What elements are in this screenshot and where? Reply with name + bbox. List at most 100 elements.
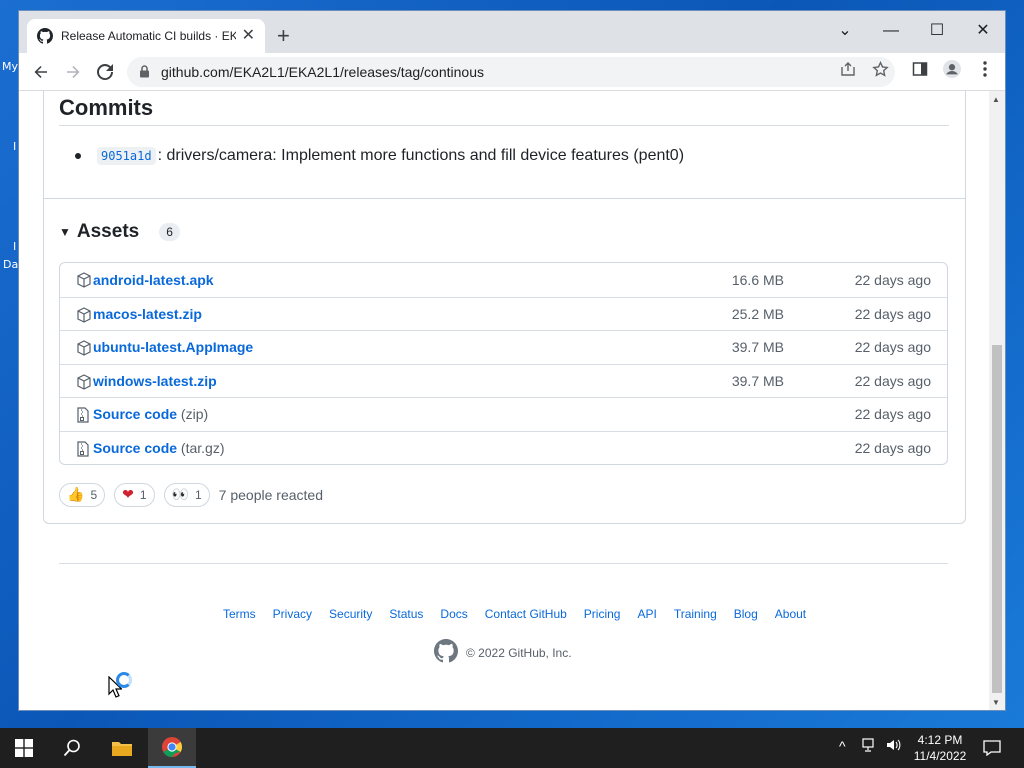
busy-spinner-icon: [116, 672, 132, 688]
copyright-text: © 2022 GitHub, Inc.: [466, 645, 572, 660]
address-bar[interactable]: github.com/EKA2L1/EKA2L1/releases/tag/co…: [127, 57, 895, 87]
footer-link-terms[interactable]: Terms: [223, 607, 256, 621]
side-panel-icon[interactable]: [911, 60, 929, 78]
vertical-scrollbar[interactable]: ▲ ▼: [989, 91, 1005, 710]
tab-search-icon[interactable]: ⌄: [822, 17, 868, 45]
footer-copyright: © 2022 GitHub, Inc.: [434, 639, 572, 666]
footer-link-contact-github[interactable]: Contact GitHub: [485, 607, 567, 621]
lock-icon[interactable]: [139, 65, 150, 83]
reaction-button[interactable]: 👍 5: [59, 483, 106, 507]
desktop-icon-label[interactable]: My: [2, 60, 18, 73]
reaction-button[interactable]: 👀 1: [163, 483, 210, 507]
asset-row: android-latest.apk 16.6 MB 22 days ago: [60, 263, 947, 297]
eyes-icon: 👀: [171, 487, 189, 503]
browser-tab[interactable]: Release Automatic CI builds · EKA2L1 ✕: [27, 19, 265, 53]
asset-row: Source code (zip) 22 days ago: [60, 397, 947, 431]
commit-list-item: 9051a1d : drivers/camera: Implement more…: [75, 147, 684, 165]
chrome-taskbar-icon[interactable]: [148, 728, 196, 768]
reaction-count: 1: [194, 488, 202, 502]
reactions-bar: 👍 5 ❤ 1 👀 1 7 people reacted: [59, 483, 323, 507]
asset-size: 16.6 MB: [731, 271, 784, 288]
asset-date: 22 days ago: [854, 339, 931, 356]
footer-link-status[interactable]: Status: [389, 607, 423, 621]
asset-name: Source code: [93, 406, 178, 423]
bullet: [75, 153, 81, 159]
footer-link-about[interactable]: About: [775, 607, 806, 621]
network-icon[interactable]: [862, 738, 878, 755]
scrollbar-thumb[interactable]: [992, 345, 1002, 693]
asset-link[interactable]: ubuntu-latest.AppImage: [93, 339, 253, 355]
package-icon: [76, 272, 92, 288]
package-icon: [76, 340, 92, 356]
asset-suffix: (tar.gz): [177, 439, 225, 456]
assets-heading: Assets: [76, 221, 140, 242]
footer-link-api[interactable]: API: [637, 607, 656, 621]
tray-chevron-up-icon[interactable]: ^: [839, 738, 846, 754]
asset-size: 39.7 MB: [731, 339, 784, 356]
reactions-summary: 7 people reacted: [218, 487, 323, 503]
page-viewport: Commits 9051a1d : drivers/camera: Implem…: [19, 91, 991, 710]
close-window-button[interactable]: ✕: [960, 17, 1005, 45]
bookmark-star-icon[interactable]: [871, 60, 889, 78]
footer-links: Terms Privacy Security Status Docs Contact Gi…: [223, 607, 823, 621]
taskbar: ^ 4:12 PM 11/4/2022: [0, 728, 1024, 768]
footer-divider: [59, 563, 948, 564]
scroll-up-arrow-icon[interactable]: ▲: [992, 95, 1000, 104]
minimize-button[interactable]: —: [868, 17, 914, 45]
asset-date: 22 days ago: [854, 439, 931, 456]
reaction-count: 5: [90, 488, 98, 502]
back-button[interactable]: [29, 60, 53, 84]
search-icon[interactable]: [48, 728, 96, 768]
asset-size: 25.2 MB: [731, 305, 784, 322]
asset-link[interactable]: Source code (zip): [93, 406, 208, 422]
asset-date: 22 days ago: [854, 305, 931, 322]
asset-row: macos-latest.zip 25.2 MB 22 days ago: [60, 296, 947, 331]
commits-heading: Commits: [59, 95, 154, 120]
clock-time: 4:12 PM: [917, 733, 963, 747]
divider: [59, 125, 949, 126]
profile-avatar-icon[interactable]: [943, 60, 961, 78]
asset-name: Source code: [93, 439, 178, 456]
asset-link[interactable]: macos-latest.zip: [93, 306, 202, 322]
browser-toolbar: github.com/EKA2L1/EKA2L1/releases/tag/co…: [19, 53, 1005, 91]
share-icon[interactable]: [839, 60, 857, 78]
assets-toggle[interactable]: ▼ Assets 6: [59, 221, 180, 243]
footer-link-security[interactable]: Security: [329, 607, 372, 621]
scroll-down-arrow-icon[interactable]: ▼: [992, 698, 1000, 707]
windows-start-icon[interactable]: [0, 728, 48, 768]
desktop-icon-label[interactable]: I: [13, 240, 16, 253]
tab-title: Release Automatic CI builds · EKA2L1: [61, 29, 236, 43]
new-tab-button[interactable]: +: [277, 25, 290, 47]
asset-date: 22 days ago: [854, 406, 931, 423]
reload-button[interactable]: [93, 60, 117, 84]
desktop-icon-label[interactable]: Da: [3, 258, 18, 271]
caret-down-icon: ▼: [59, 225, 71, 239]
url-text: github.com/EKA2L1/EKA2L1/releases/tag/co…: [161, 64, 484, 80]
taskbar-clock[interactable]: 4:12 PM 11/4/2022: [908, 732, 972, 764]
thumbs-up-icon: 👍: [67, 487, 85, 503]
file-zip-icon: [76, 407, 92, 423]
footer-link-privacy[interactable]: Privacy: [273, 607, 312, 621]
asset-name: macos-latest.zip: [93, 305, 202, 322]
maximize-button[interactable]: ☐: [914, 17, 960, 45]
github-logo-icon[interactable]: [434, 639, 458, 666]
forward-button[interactable]: [61, 60, 85, 84]
tab-strip: Release Automatic CI builds · EKA2L1 ✕ +…: [19, 11, 1005, 53]
footer-link-blog[interactable]: Blog: [734, 607, 758, 621]
volume-icon[interactable]: [886, 738, 902, 755]
footer-link-pricing[interactable]: Pricing: [584, 607, 621, 621]
file-explorer-icon[interactable]: [98, 728, 146, 768]
asset-link[interactable]: android-latest.apk: [93, 272, 214, 288]
asset-suffix: (zip): [177, 406, 209, 423]
reaction-count: 1: [139, 488, 147, 502]
desktop-icon-label[interactable]: I: [13, 140, 16, 153]
menu-kebab-icon[interactable]: [976, 60, 994, 78]
footer-link-training[interactable]: Training: [674, 607, 717, 621]
notification-center-icon[interactable]: [968, 728, 1016, 768]
close-tab-icon[interactable]: ✕: [242, 28, 255, 44]
asset-link[interactable]: Source code (tar.gz): [93, 440, 225, 456]
commit-sha-link[interactable]: 9051a1d: [97, 147, 156, 165]
footer-link-docs[interactable]: Docs: [440, 607, 467, 621]
reaction-button[interactable]: ❤ 1: [114, 483, 155, 507]
asset-link[interactable]: windows-latest.zip: [93, 373, 217, 389]
